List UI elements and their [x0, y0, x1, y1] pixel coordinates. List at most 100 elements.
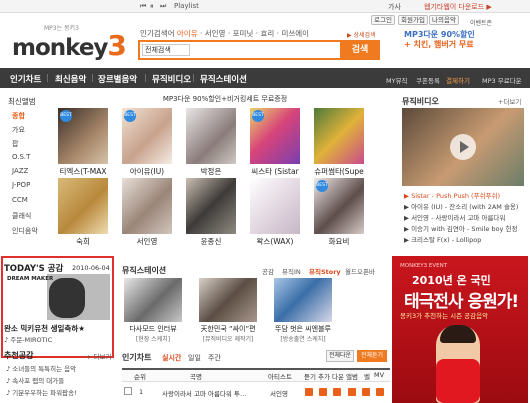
- tab-daily[interactable]: 일일: [188, 353, 201, 363]
- nav-item-mv[interactable]: 뮤직비디오: [152, 73, 191, 85]
- sidebar-item-jazz[interactable]: JAZZ: [12, 167, 28, 175]
- top-right-link[interactable]: 이벤트존: [470, 20, 492, 27]
- add-icon[interactable]: [319, 388, 327, 396]
- nav-item-chart[interactable]: 인기차트: [10, 73, 41, 85]
- album-icon[interactable]: [348, 388, 356, 396]
- album-cover[interactable]: [58, 178, 108, 234]
- sidebar-item-indie[interactable]: 인디음악: [12, 226, 38, 236]
- download-link[interactable]: 웹기타웹이 다운로드 ▶: [424, 2, 492, 12]
- music-video-item[interactable]: ▶ 서인영 - 사랑이라서 고마 아름다워: [404, 212, 526, 222]
- tab-music-story[interactable]: 뮤직Story: [309, 266, 341, 276]
- album-cover[interactable]: [186, 108, 236, 164]
- recommend-more-link[interactable]: + 더보기: [86, 351, 111, 361]
- search-input[interactable]: [194, 44, 334, 56]
- login-button[interactable]: 로그인: [371, 15, 395, 25]
- chart-song-title[interactable]: 사랑이라서 고마 아름다워 투…: [162, 388, 264, 398]
- today-caption[interactable]: 완소 믹키유천 생일축하★: [4, 323, 85, 334]
- nav-item-genre[interactable]: 장르별음악: [98, 73, 137, 85]
- detail-search-link[interactable]: ▶ 상세검색: [347, 30, 376, 39]
- recommend-item[interactable]: ♪ 속사포 랩의 대가들: [6, 375, 64, 385]
- popular-search-item[interactable]: 포미닛: [233, 29, 254, 38]
- today-sub[interactable]: ♪ 주문-MIROTIC: [4, 334, 52, 344]
- album-title[interactable]: 티엑스(T-MAX: [52, 166, 114, 177]
- album-cover[interactable]: [122, 178, 172, 234]
- nav-right-free[interactable]: MP3 무료다운: [482, 75, 522, 85]
- album-title[interactable]: 서인영: [116, 236, 178, 247]
- station-thumbnail[interactable]: [274, 278, 332, 322]
- sidebar-item-classic[interactable]: 클래식: [12, 211, 31, 221]
- popular-search-item[interactable]: 서인영: [205, 29, 226, 38]
- album-title[interactable]: 윤종신: [180, 236, 242, 247]
- album-cover[interactable]: BEST: [58, 108, 108, 164]
- mymusic-button[interactable]: 나의음악: [429, 15, 459, 25]
- album-title[interactable]: 슈퍼썸타(Supe: [308, 166, 370, 177]
- album-cover[interactable]: BEST: [122, 108, 172, 164]
- recommend-item[interactable]: ♪ 소녀들의 특특히는 음악: [6, 363, 76, 373]
- album-cover[interactable]: [314, 108, 364, 164]
- next-icon[interactable]: ⏭: [160, 2, 166, 11]
- nav-right-pay[interactable]: 결제하기: [446, 75, 470, 85]
- search-scope-select[interactable]: 전체검색: [142, 44, 190, 56]
- tab-realtime[interactable]: 실시간: [162, 353, 181, 363]
- tab-gonggam[interactable]: 공감: [262, 266, 274, 276]
- album-cover[interactable]: [250, 178, 300, 234]
- station-thumbnail[interactable]: [199, 278, 257, 322]
- nav-item-station[interactable]: 뮤직스테이션: [200, 73, 247, 85]
- playlist-label[interactable]: Playlist: [174, 2, 199, 10]
- nav-item-new[interactable]: 최신음악: [55, 73, 86, 85]
- album-cover[interactable]: BEST: [250, 108, 300, 164]
- download-all-button[interactable]: 전체다운: [326, 350, 354, 362]
- tab-music-in[interactable]: 뮤직IN: [282, 266, 301, 276]
- station-caption[interactable]: 天한민국 “싸이”편: [195, 324, 261, 334]
- tab-weekly[interactable]: 주간: [208, 353, 221, 363]
- nav-right-coupon[interactable]: 쿠폰등록: [416, 75, 440, 85]
- album-title[interactable]: 숙희: [52, 236, 114, 247]
- listen-icon[interactable]: [305, 388, 313, 396]
- music-video-item[interactable]: ▶ 아이유 (IU) - 잔소리 (with 2AM 슬옹): [404, 201, 526, 211]
- station-caption[interactable]: 다사모드 인터뷰: [120, 324, 186, 334]
- nav-right-mymusic[interactable]: MY뮤직: [386, 75, 408, 85]
- top-ad-banner[interactable]: MP3다운 90%할인 + 치킨, 햄버거 무료: [404, 30, 526, 64]
- today-image[interactable]: DREAM MAKER: [5, 274, 110, 320]
- sidebar-item-jpop[interactable]: J-POP: [12, 181, 30, 189]
- signup-button[interactable]: 회원가입: [398, 15, 428, 25]
- chart-artist[interactable]: 서인영: [270, 388, 288, 398]
- download-icon[interactable]: [333, 388, 341, 396]
- music-video-item[interactable]: ▶ 크리스탈 F(x) - Lollipop: [404, 234, 526, 244]
- station-thumbnail[interactable]: [124, 278, 182, 322]
- popular-search-item[interactable]: 효리: [260, 29, 274, 38]
- sidebar-item-kpop[interactable]: 가요: [12, 125, 25, 135]
- music-video-item[interactable]: ▶ 이승기 with 김연아 - Smile boy 헌정: [404, 223, 526, 233]
- pause-icon[interactable]: ⏸: [150, 2, 154, 11]
- search-button[interactable]: 검색: [340, 40, 380, 60]
- station-caption[interactable]: 뚜담 벗은 씨엔블루: [270, 324, 336, 334]
- lyrics-link[interactable]: 가사: [388, 2, 401, 12]
- logo[interactable]: monkey3: [12, 29, 127, 62]
- album-cover[interactable]: BEST: [314, 178, 364, 234]
- bell-icon[interactable]: [362, 388, 370, 396]
- album-title[interactable]: 아이유(IU): [116, 166, 178, 177]
- play-all-button[interactable]: 전체듣기: [357, 350, 387, 362]
- sidebar-item-pop[interactable]: 팝: [12, 139, 18, 149]
- album-cover[interactable]: [186, 178, 236, 234]
- row-checkbox[interactable]: [124, 387, 132, 395]
- popular-search-item[interactable]: 아이유: [177, 29, 198, 38]
- tab-world-open[interactable]: 월드오픈바: [345, 266, 375, 276]
- nav-separator: |: [46, 73, 49, 82]
- album-title[interactable]: 화요비: [308, 236, 370, 247]
- music-video-more-link[interactable]: +더보기: [498, 96, 521, 106]
- sidebar-item-ccm[interactable]: CCM: [12, 196, 28, 204]
- play-icon[interactable]: [450, 134, 476, 160]
- music-video-thumbnail[interactable]: [402, 108, 524, 186]
- mv-icon[interactable]: [376, 388, 384, 396]
- promo-banner[interactable]: MP3다운 90%할인+비거킹세트 무료증정: [60, 94, 390, 105]
- sidebar-item-all[interactable]: 종합: [12, 111, 25, 121]
- album-title[interactable]: 씨스타 (Sistar: [244, 166, 306, 177]
- music-video-item[interactable]: ▶ Sistar - Push Push (푸쉬푸쉬): [404, 190, 526, 200]
- sidebar-item-ost[interactable]: O.S.T: [12, 153, 30, 161]
- prev-icon[interactable]: ⏮: [140, 2, 146, 11]
- popular-search-item[interactable]: 미쓰에이: [281, 29, 309, 38]
- recommend-item[interactable]: ♪ 기분우우하는 파워팝송!: [6, 387, 77, 397]
- album-title[interactable]: 왁스(WAX): [244, 236, 306, 247]
- album-title[interactable]: 박정은: [180, 166, 242, 177]
